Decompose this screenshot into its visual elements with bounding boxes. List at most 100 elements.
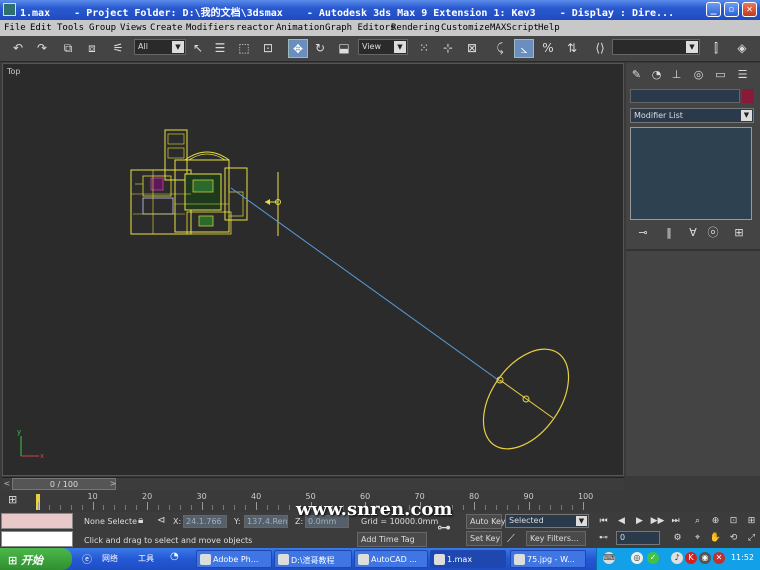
select-manipulate-icon[interactable]: ⊹ xyxy=(438,39,458,58)
object-color-swatch[interactable] xyxy=(742,89,754,103)
pin-stack-icon[interactable]: ⊸ xyxy=(634,224,652,242)
previous-key-icon[interactable]: ◀ xyxy=(614,514,629,528)
keyboard-shortcut-icon[interactable]: ⊠ xyxy=(462,39,482,58)
menu-reactor[interactable]: reactor xyxy=(236,23,274,33)
default-in-out-tangent-icon[interactable]: ⟋ xyxy=(507,532,515,546)
open-mini-curve-editor-icon[interactable]: ⊞ xyxy=(8,493,22,507)
zoom-extents-icon[interactable]: ⊡ xyxy=(726,514,741,528)
remove-modifier-icon[interactable]: ⓞ xyxy=(704,224,722,242)
go-to-start-icon[interactable]: ⏮ xyxy=(596,514,611,528)
edit-named-selection-icon[interactable]: ⟨⟩ xyxy=(590,39,610,58)
angle-snap-icon[interactable]: ⦣ xyxy=(514,39,534,58)
quicklaunch-network[interactable]: 网络 xyxy=(102,553,118,564)
key-mode-toggle-icon[interactable]: ⊷ xyxy=(596,531,611,545)
create-tab-icon[interactable]: ✎ xyxy=(628,66,645,83)
menu-customize[interactable]: Customize xyxy=(441,23,490,33)
zoom-all-icon[interactable]: ⊕ xyxy=(708,514,723,528)
volume-icon[interactable]: ♪ xyxy=(671,552,683,564)
quicklaunch-tools[interactable]: 工具 xyxy=(138,553,154,564)
floor-plan-object[interactable] xyxy=(130,129,248,235)
percent-snap-icon[interactable]: % xyxy=(538,39,558,58)
time-configuration-icon[interactable]: ⚙ xyxy=(670,531,685,545)
make-unique-icon[interactable]: ∀ xyxy=(684,224,702,242)
selection-filter-dropdown[interactable]: All ▼ xyxy=(134,39,186,55)
arc-rotate-icon[interactable]: ⟲ xyxy=(726,531,741,545)
display-tab-icon[interactable]: ▭ xyxy=(712,66,729,83)
menu-modifiers[interactable]: Modifiers xyxy=(186,23,235,33)
task-autocad[interactable]: AutoCAD ... xyxy=(354,550,428,568)
current-frame-field[interactable]: 0 xyxy=(616,531,660,545)
menu-create[interactable]: Create xyxy=(150,23,183,33)
menu-maxscript[interactable]: MAXScript xyxy=(490,23,539,33)
time-slider-handle[interactable]: 0 / 100 xyxy=(12,478,116,490)
next-frame-icon[interactable]: > xyxy=(108,478,118,490)
modifier-stack[interactable] xyxy=(630,127,752,220)
maxscript-listener-top[interactable] xyxy=(1,513,73,529)
window-crossing-icon[interactable]: ⊡ xyxy=(258,39,278,58)
go-to-end-icon[interactable]: ⏭ xyxy=(668,514,683,528)
menu-group[interactable]: Group xyxy=(89,23,116,33)
show-end-result-icon[interactable]: ‖ xyxy=(660,224,678,242)
add-time-tag-button[interactable]: Add Time Tag xyxy=(357,532,427,547)
spinner-snap-icon[interactable]: ⇅ xyxy=(562,39,582,58)
menu-graph-editors[interactable]: Graph Editors xyxy=(325,23,395,33)
minimize-button[interactable]: _ xyxy=(706,2,721,17)
close-button[interactable]: ✕ xyxy=(742,2,757,17)
reference-coordinate-dropdown[interactable]: View ▼ xyxy=(358,39,408,55)
select-by-name-icon[interactable]: ☰ xyxy=(210,39,230,58)
zoom-extents-all-icon[interactable]: ⊞ xyxy=(744,514,759,528)
menu-rendering[interactable]: Rendering xyxy=(391,23,440,33)
set-key-button[interactable]: Set Key xyxy=(466,531,502,546)
camera-icon[interactable] xyxy=(265,172,281,236)
security-icon[interactable]: ✓ xyxy=(647,552,659,564)
top-viewport[interactable]: Top y x xyxy=(2,63,624,476)
field-of-view-icon[interactable]: ⌖ xyxy=(690,531,705,545)
align-icon[interactable]: ◈ xyxy=(732,39,752,58)
time-slider[interactable]: 0 / 100 < > xyxy=(2,477,624,490)
maximize-viewport-icon[interactable]: ⤢ xyxy=(744,531,759,545)
task-folder[interactable]: D:\渲哥教程 xyxy=(274,550,352,568)
pivot-point-icon[interactable]: ⁙ xyxy=(414,39,434,58)
motion-tab-icon[interactable]: ◎ xyxy=(690,66,707,83)
network-icon[interactable]: ◎ xyxy=(631,552,643,564)
maximize-button[interactable]: ▫ xyxy=(724,2,739,17)
play-icon[interactable]: ▶ xyxy=(632,514,647,528)
bind-space-warp-icon[interactable]: ⚟ xyxy=(108,39,128,58)
antivirus-icon[interactable]: K xyxy=(685,552,697,564)
alert-icon[interactable]: ✕ xyxy=(713,552,725,564)
key-filters-button[interactable]: Key Filters... xyxy=(526,531,586,546)
auto-key-button[interactable]: Auto Key xyxy=(466,514,506,529)
key-mode-dropdown[interactable]: Selected ▼ xyxy=(505,514,589,528)
hierarchy-tab-icon[interactable]: ⊥ xyxy=(668,66,685,83)
object-name-field[interactable] xyxy=(630,89,740,103)
media-icon[interactable]: ◔ xyxy=(170,551,179,562)
modifier-list-dropdown[interactable]: Modifier List ▼ xyxy=(630,108,754,123)
named-selection-sets-dropdown[interactable]: ▼ xyxy=(612,39,700,55)
menu-edit[interactable]: Edit xyxy=(30,23,52,33)
unlink-icon[interactable]: ⧈ xyxy=(82,39,102,58)
task-adobe-photoshop[interactable]: Adobe Ph... xyxy=(196,550,272,568)
monitor-icon[interactable]: ◉ xyxy=(699,552,711,564)
utilities-tab-icon[interactable]: ☰ xyxy=(734,66,751,83)
select-and-scale-icon[interactable]: ⬓ xyxy=(334,39,354,58)
maxscript-listener-bottom[interactable] xyxy=(1,531,73,547)
menu-tools[interactable]: Tools xyxy=(57,23,84,33)
modify-tab-icon[interactable]: ◔ xyxy=(648,66,665,83)
keyboard-icon[interactable]: ⌨ xyxy=(603,552,615,564)
snaps-toggle-icon[interactable]: ⤹ xyxy=(490,39,510,58)
set-key-icon[interactable]: ⊶ xyxy=(437,520,451,536)
mirror-icon[interactable]: ⫿ xyxy=(706,39,726,58)
ie-icon[interactable]: ⓔ xyxy=(82,551,92,566)
menu-animation[interactable]: Animation xyxy=(276,23,325,33)
select-and-rotate-icon[interactable]: ↻ xyxy=(310,39,330,58)
menu-views[interactable]: Views xyxy=(120,23,147,33)
zoom-icon[interactable]: ⌕ xyxy=(690,514,705,528)
link-icon[interactable]: ⧉ xyxy=(58,39,78,58)
menu-file[interactable]: File xyxy=(4,23,26,33)
pan-icon[interactable]: ✋ xyxy=(708,531,723,545)
next-key-icon[interactable]: ▶▶ xyxy=(650,514,665,528)
task-3dsmax[interactable]: 1.max xyxy=(430,550,506,568)
start-button[interactable]: ⊞ 开始 xyxy=(0,548,72,570)
y-coordinate-field[interactable]: 137.4.Rem xyxy=(244,515,288,528)
light-target-ellipse[interactable] xyxy=(466,334,586,465)
